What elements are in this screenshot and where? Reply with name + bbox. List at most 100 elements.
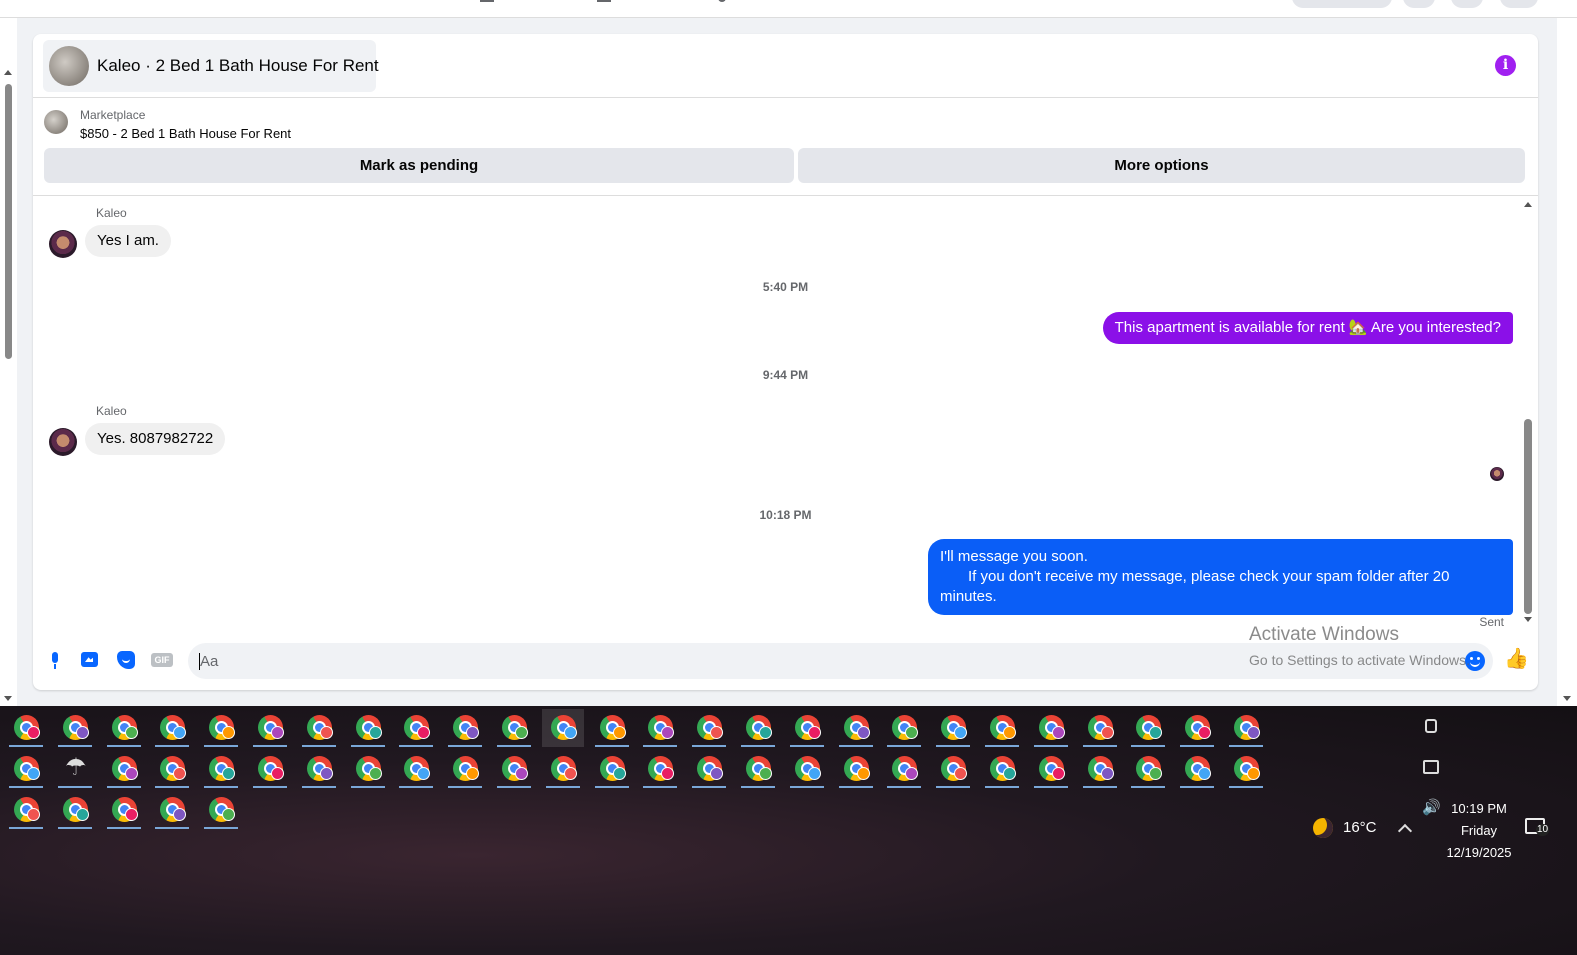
message-line: I'll message you soon. xyxy=(940,548,1088,565)
notification-center-icon[interactable]: 10 xyxy=(1525,818,1550,836)
scrollbar-thumb[interactable] xyxy=(1524,419,1532,614)
taskbar-chrome-button[interactable] xyxy=(786,750,828,788)
taskbar-chrome-button[interactable] xyxy=(444,750,486,788)
sticker-icon[interactable] xyxy=(116,650,136,670)
taskbar-chrome-button[interactable] xyxy=(493,750,535,788)
show-hidden-icons-chevron-icon[interactable] xyxy=(1397,823,1413,839)
taskbar-chrome-button[interactable] xyxy=(1225,750,1267,788)
taskbar-chrome-button[interactable] xyxy=(639,750,681,788)
taskbar-chrome-button[interactable] xyxy=(54,791,96,829)
notification-count: 10 xyxy=(1536,824,1550,836)
taskbar-chrome-button[interactable] xyxy=(541,709,584,747)
listing-price-title[interactable]: $850 - 2 Bed 1 Bath House For Rent xyxy=(80,126,291,141)
account-avatar[interactable] xyxy=(1500,0,1538,8)
taskbar-chrome-button[interactable] xyxy=(395,709,437,747)
menu-icon[interactable] xyxy=(1403,0,1435,8)
taskbar-chrome-button[interactable] xyxy=(1030,709,1072,747)
info-icon[interactable]: i xyxy=(1495,55,1516,76)
video-nav-icon[interactable] xyxy=(597,0,611,2)
taskbar-chrome-button[interactable] xyxy=(932,709,974,747)
microphone-icon[interactable] xyxy=(45,650,65,670)
photo-icon[interactable] xyxy=(80,650,100,670)
marketplace-nav-icon[interactable] xyxy=(718,0,726,2)
taskbar-chrome-button[interactable] xyxy=(1079,750,1121,788)
taskbar-chrome-button[interactable] xyxy=(835,709,877,747)
volume-icon[interactable]: 🔊 xyxy=(1422,798,1441,816)
taskbar-chrome-button[interactable] xyxy=(151,750,193,788)
taskbar-chrome-button[interactable] xyxy=(54,709,96,747)
taskbar-chrome-button[interactable] xyxy=(249,750,291,788)
taskbar-chrome-button[interactable] xyxy=(347,750,389,788)
taskbar-chrome-button[interactable] xyxy=(883,709,925,747)
taskbar-chrome-button[interactable] xyxy=(591,709,633,747)
taskbar-chrome-button[interactable] xyxy=(103,709,145,747)
taskbar-chrome-button[interactable] xyxy=(883,750,925,788)
sender-avatar[interactable] xyxy=(49,230,77,258)
mark-as-pending-button[interactable]: Mark as pending xyxy=(44,148,794,183)
taskbar-chrome-button[interactable] xyxy=(5,750,47,788)
taskbar-chrome-button[interactable] xyxy=(1176,750,1218,788)
incoming-message[interactable]: Yes. 8087982722 xyxy=(85,423,226,455)
taskbar-chrome-button[interactable] xyxy=(1176,709,1218,747)
taskbar-chrome-button[interactable] xyxy=(200,791,242,829)
create-button[interactable] xyxy=(1292,0,1392,8)
taskbar-chrome-button[interactable] xyxy=(1225,709,1267,747)
taskbar-chrome-button[interactable] xyxy=(5,791,47,829)
taskbar-chrome-button[interactable] xyxy=(103,750,145,788)
taskbar-chrome-button[interactable] xyxy=(151,709,193,747)
taskbar-chrome-button[interactable] xyxy=(200,709,242,747)
taskbar-chrome-button[interactable] xyxy=(5,709,47,747)
more-options-button[interactable]: More options xyxy=(798,148,1525,183)
incoming-message[interactable]: Yes I am. xyxy=(85,225,171,257)
taskbar-chrome-button[interactable] xyxy=(737,709,779,747)
taskbar-chrome-button[interactable] xyxy=(1030,750,1072,788)
taskbar-chrome-button[interactable] xyxy=(444,709,486,747)
system-clock[interactable]: 10:19 PM Friday 12/19/2025 xyxy=(1440,798,1518,864)
taskbar-chrome-button[interactable] xyxy=(981,709,1023,747)
desktop-icon[interactable] xyxy=(1423,760,1439,774)
taskbar-chrome-button[interactable] xyxy=(298,750,340,788)
taskbar-chrome-button[interactable] xyxy=(493,709,535,747)
taskbar-chrome-button[interactable] xyxy=(1079,709,1121,747)
taskbar-app-button[interactable]: ☂ xyxy=(54,750,96,788)
taskbar-chrome-button[interactable] xyxy=(249,709,291,747)
taskbar-chrome-button[interactable] xyxy=(1127,750,1169,788)
taskbar-chrome-button[interactable] xyxy=(395,750,437,788)
sender-avatar[interactable] xyxy=(49,428,77,456)
taskbar-chrome-button[interactable] xyxy=(688,709,730,747)
thumbs-up-icon[interactable]: 👍 xyxy=(1504,648,1529,670)
gif-icon[interactable]: GIF xyxy=(151,650,173,670)
taskbar-chrome-button[interactable] xyxy=(542,750,584,788)
taskbar-chrome-button[interactable] xyxy=(932,750,974,788)
scroll-up-arrow-icon[interactable] xyxy=(1524,202,1532,207)
thread-scrollbar[interactable] xyxy=(1522,199,1534,625)
message-input[interactable] xyxy=(200,643,1200,679)
scroll-down-arrow-icon[interactable] xyxy=(1524,617,1532,622)
taskbar-chrome-button[interactable] xyxy=(835,750,877,788)
taskbar-chrome-button[interactable] xyxy=(591,750,633,788)
page-scrollbar[interactable] xyxy=(0,18,17,706)
taskbar-chrome-button[interactable] xyxy=(298,709,340,747)
conversation-title-button[interactable]: Kaleo · 2 Bed 1 Bath House For Rent xyxy=(43,40,379,92)
taskbar-chrome-button[interactable] xyxy=(639,709,681,747)
scroll-up-arrow-icon[interactable] xyxy=(4,70,12,75)
taskbar-chrome-button[interactable] xyxy=(786,709,828,747)
taskbar-chrome-button[interactable] xyxy=(1127,709,1169,747)
scrollbar-thumb[interactable] xyxy=(5,84,12,359)
home-nav-icon[interactable] xyxy=(480,0,494,2)
outgoing-message[interactable]: This apartment is available for rent 🏡 A… xyxy=(1102,312,1513,344)
scroll-down-arrow-icon[interactable] xyxy=(4,696,12,701)
taskbar-chrome-button[interactable] xyxy=(981,750,1023,788)
taskbar-chrome-button[interactable] xyxy=(347,709,389,747)
message-timestamp: 5:40 PM xyxy=(762,280,809,294)
outgoing-message[interactable]: I'll message you soon. If you don't rece… xyxy=(928,539,1513,615)
taskbar-chrome-button[interactable] xyxy=(151,791,193,829)
scroll-down-arrow-icon[interactable] xyxy=(1563,696,1571,701)
taskbar-chrome-button[interactable] xyxy=(103,791,145,829)
meet-now-icon[interactable] xyxy=(1425,719,1437,733)
taskbar-chrome-button[interactable] xyxy=(688,750,730,788)
weather-widget[interactable]: 16°C xyxy=(1313,818,1377,838)
taskbar-chrome-button[interactable] xyxy=(737,750,779,788)
taskbar-chrome-button[interactable] xyxy=(200,750,242,788)
messenger-icon[interactable] xyxy=(1451,0,1483,8)
